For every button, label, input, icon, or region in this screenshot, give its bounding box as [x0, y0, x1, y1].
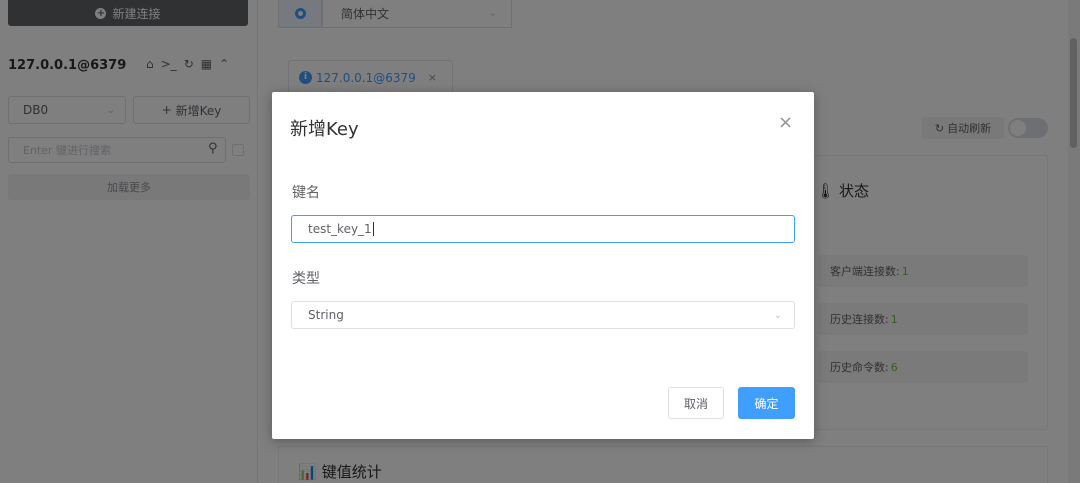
add-key-dialog: 新增Key × 键名 test_key_1 类型 String ⌄ 取消 确定 [272, 92, 814, 439]
chevron-down-icon: ⌄ [773, 309, 782, 321]
key-name-value: test_key_1 [308, 222, 372, 236]
key-name-label: 键名 [292, 185, 320, 201]
type-value: String [308, 308, 344, 322]
close-icon[interactable]: × [778, 112, 793, 133]
type-label: 类型 [292, 271, 320, 287]
type-select[interactable]: String ⌄ [291, 301, 795, 329]
dialog-title: 新增Key [290, 119, 359, 140]
cancel-button[interactable]: 取消 [668, 387, 724, 419]
key-name-input[interactable]: test_key_1 [291, 215, 795, 243]
text-caret [372, 222, 374, 236]
confirm-button[interactable]: 确定 [738, 387, 795, 419]
